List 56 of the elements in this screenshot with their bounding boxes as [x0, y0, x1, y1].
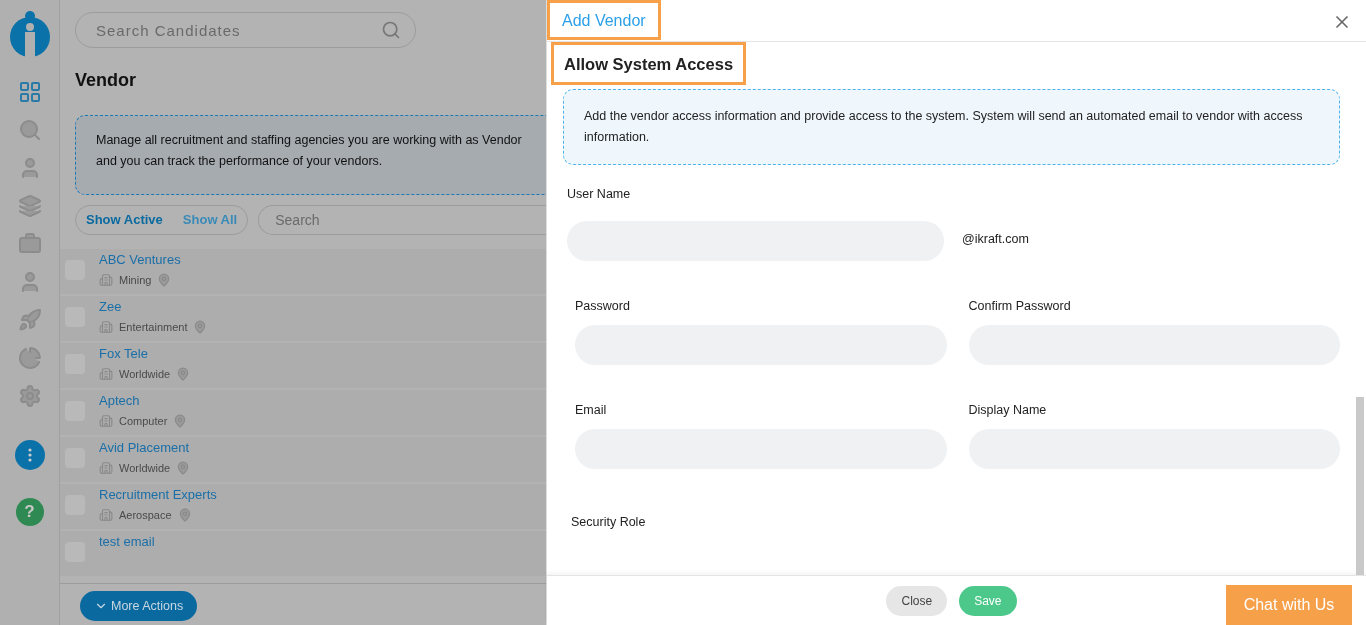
- industry-text: Mining: [119, 274, 152, 286]
- building-icon: [99, 367, 113, 381]
- dashboard-icon[interactable]: [17, 80, 42, 104]
- industry-text: Entertainment: [119, 321, 188, 333]
- dialog-title: Add Vendor: [547, 0, 661, 40]
- location-pin-icon: [193, 320, 208, 334]
- vendor-link[interactable]: Zee: [99, 299, 208, 314]
- vendor-link[interactable]: Recruitment Experts: [99, 487, 217, 502]
- vendor-link[interactable]: ABC Ventures: [99, 252, 181, 267]
- more-actions-button[interactable]: More Actions: [80, 591, 198, 621]
- section-title: Allow System Access: [551, 42, 747, 85]
- info-banner: Add the vendor access information and provide access to the system. System will send an automated email to vendor with access information.: [563, 89, 1340, 165]
- field-label: Display Name: [968, 403, 1048, 417]
- vendor-link[interactable]: Avid Placement: [99, 440, 191, 455]
- field-label: Email: [575, 403, 608, 417]
- close-button[interactable]: Close: [886, 585, 948, 616]
- vendor-link[interactable]: Fox Tele: [99, 346, 191, 361]
- pie-chart-icon[interactable]: [17, 346, 42, 370]
- rocket-icon[interactable]: [17, 308, 42, 332]
- building-icon: [99, 508, 113, 522]
- info-text: Manage all recruitment and staffing agencies you are working with as Vendor: [96, 132, 523, 149]
- industry-text: Computer: [119, 415, 168, 427]
- page-title: Vendor: [75, 70, 137, 91]
- location-pin-icon: [177, 508, 192, 522]
- location-pin-icon: [173, 414, 188, 428]
- info-text: and you can track the performance of your vendors.: [96, 153, 384, 170]
- location-pin-icon: [157, 273, 172, 287]
- more-icon: [27, 448, 32, 462]
- chat-button[interactable]: Chat with Us: [1226, 585, 1352, 625]
- search-icon[interactable]: [17, 118, 42, 142]
- field-label: User Name: [567, 187, 632, 201]
- help-button[interactable]: ?: [15, 498, 44, 526]
- briefcase-icon[interactable]: [17, 232, 42, 256]
- field-label: Security Role: [571, 515, 647, 529]
- filter-tab[interactable]: Show All: [182, 212, 238, 228]
- building-icon: [99, 414, 113, 428]
- vendor-link[interactable]: Aptech: [99, 393, 188, 408]
- building-icon: [99, 461, 113, 475]
- search-icon: [381, 20, 401, 40]
- field-label: Password: [575, 299, 631, 313]
- industry-text: Aerospace: [119, 509, 172, 521]
- location-pin-icon: [176, 461, 191, 475]
- save-button[interactable]: Save: [959, 585, 1017, 616]
- building-icon: [99, 273, 113, 287]
- industry-text: Worldwide: [119, 368, 171, 380]
- vendor-link[interactable]: test email: [99, 534, 155, 549]
- more-button[interactable]: [14, 440, 45, 470]
- logo-icon: [8, 10, 51, 58]
- building-icon: [99, 320, 113, 334]
- settings-icon[interactable]: [17, 384, 42, 408]
- layers-icon[interactable]: [17, 194, 42, 218]
- filter-tab[interactable]: Show Active: [86, 212, 163, 228]
- domain-text: @ikraft.com: [962, 232, 1029, 246]
- industry-text: Worldwide: [119, 462, 171, 474]
- field-label: Confirm Password: [968, 299, 1072, 313]
- location-pin-icon: [176, 367, 191, 381]
